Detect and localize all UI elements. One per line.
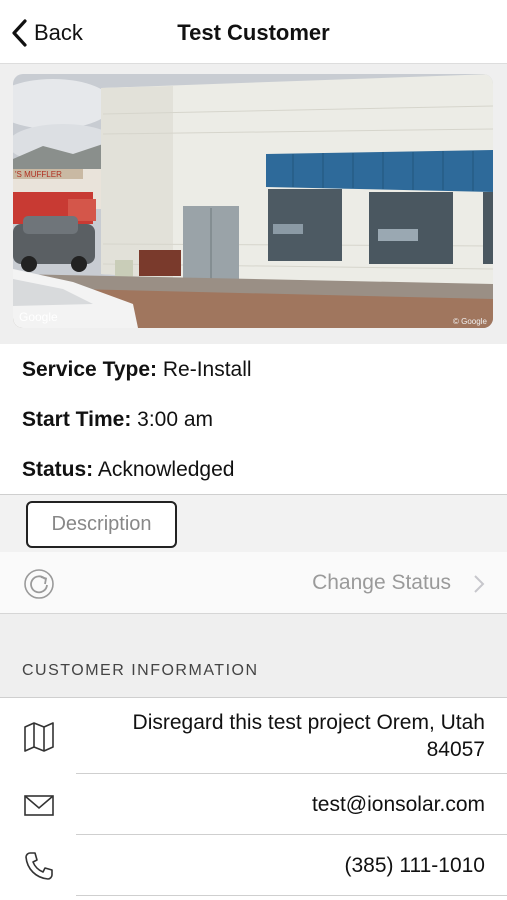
customer-info-heading: CUSTOMER INFORMATION [22, 662, 259, 679]
address-text: Disregard this test project Orem, Utah 8… [133, 709, 485, 763]
status-value: Acknowledged [97, 458, 235, 481]
mail-icon [24, 795, 54, 816]
page-title: Test Customer [177, 20, 330, 45]
service-type-value: Re-Install [162, 358, 252, 381]
refresh-icon [24, 569, 54, 599]
service-type-label: Service Type: [22, 358, 158, 381]
divider [76, 895, 507, 896]
nav-bar: Back Test Customer [0, 0, 507, 64]
start-time-label: Start Time: [22, 408, 132, 431]
phone-text: (385) 111-1010 [344, 854, 486, 877]
phone-row[interactable]: (385) 111-1010 [0, 835, 507, 896]
store-sign-text: 'S MUFFLER [15, 170, 62, 179]
address-line-1: Disregard this test project Orem, Utah [132, 711, 485, 734]
street-view-image: 'S MUFFLER Google © Google [13, 74, 493, 328]
phone-icon [25, 852, 53, 880]
email-text: test@ionsolar.com [311, 793, 485, 816]
status-row-text: Status: Acknowledged [22, 458, 234, 482]
section-header: CUSTOMER INFORMATION [0, 614, 507, 698]
street-view-photo[interactable]: 'S MUFFLER Google © Google [13, 74, 493, 328]
address-line-2: 84057 [426, 738, 485, 761]
status-label: Status: [22, 458, 94, 481]
start-time-row: Start Time: 3:00 am [22, 408, 213, 432]
address-row[interactable]: Disregard this test project Orem, Utah 8… [0, 699, 507, 774]
photo-container: 'S MUFFLER Google © Google [0, 64, 507, 344]
change-status-label: Change Status [312, 571, 451, 594]
change-status-row[interactable]: Change Status [0, 552, 507, 614]
service-type-row: Service Type: Re-Install [22, 358, 252, 382]
description-button[interactable]: Description [26, 501, 177, 548]
start-time-value: 3:00 am [137, 408, 214, 431]
email-row[interactable]: test@ionsolar.com [0, 774, 507, 835]
google-watermark: Google [19, 310, 58, 324]
description-bar: Description [0, 494, 507, 552]
map-icon [24, 722, 54, 752]
copyright-watermark: © Google [453, 317, 487, 326]
chevron-right-icon [474, 575, 485, 593]
